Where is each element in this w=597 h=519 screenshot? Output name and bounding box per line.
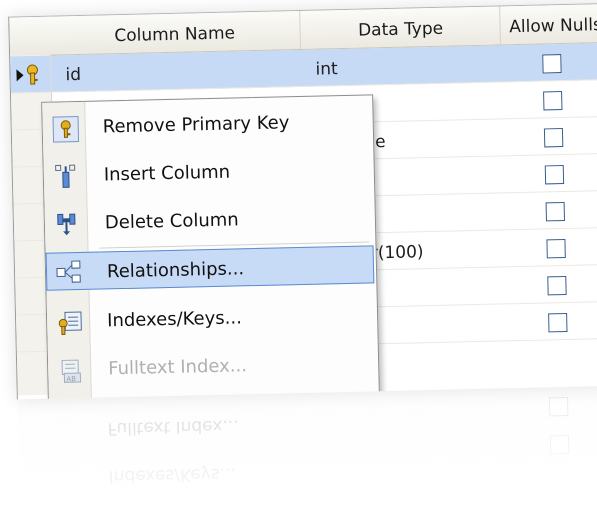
screenshot-stage: Column Name Data Type Allow Nulls id int… <box>0 0 597 513</box>
allow-nulls-checkbox[interactable] <box>545 165 564 184</box>
allow-nulls-checkbox[interactable] <box>543 91 562 110</box>
table-designer-grid: Column Name Data Type Allow Nulls id int… <box>8 3 597 400</box>
allow-nulls-checkbox[interactable] <box>546 202 565 221</box>
menu-item-indexes-keys[interactable]: Indexes/Keys... <box>47 295 376 340</box>
menu-item-label: Relationships... <box>107 249 245 292</box>
fulltext-index-icon: AB <box>58 358 83 383</box>
menu-item-relationships[interactable]: Relationships... <box>46 245 375 290</box>
allow-nulls-checkbox[interactable] <box>546 239 565 258</box>
indexes-keys-icon <box>57 310 82 335</box>
reflection-text: Indexes/Keys... <box>108 464 236 487</box>
column-name-header[interactable]: Column Name <box>49 11 300 55</box>
menu-item-delete-column[interactable]: Delete Column <box>44 197 373 242</box>
reflection-checkbox <box>549 397 568 416</box>
menu-item-insert-column[interactable]: Insert Column <box>43 149 372 194</box>
allow-nulls-checkbox[interactable] <box>547 276 566 295</box>
allow-nulls-checkbox[interactable] <box>544 128 563 147</box>
context-menu: Remove Primary Key Insert Column Delete … <box>41 94 380 399</box>
menu-item-label: Indexes/Keys... <box>107 298 243 341</box>
delete-column-icon <box>55 212 80 237</box>
reflection-checkbox <box>550 435 569 454</box>
insert-column-icon <box>54 164 79 189</box>
menu-item-label: Fulltext Index... <box>108 346 248 389</box>
data-type-cell[interactable]: int <box>315 49 338 85</box>
svg-text:AB: AB <box>66 375 76 383</box>
column-name-cell[interactable]: id <box>65 55 81 91</box>
menu-item-label: Insert Column <box>103 153 230 196</box>
reflection-text: Fulltext Index... <box>107 415 238 438</box>
menu-item-label: Remove Primary Key <box>102 103 290 147</box>
primary-key-icon <box>52 116 79 143</box>
relationships-icon <box>56 260 81 285</box>
menu-item-fulltext-index: AB Fulltext Index... <box>48 343 377 388</box>
window-reflection: Fulltext Index... Indexes/Keys... <box>17 385 597 519</box>
current-row-key-icon <box>10 56 51 93</box>
allow-nulls-checkbox[interactable] <box>542 54 561 73</box>
allow-nulls-header[interactable]: Allow Nulls <box>499 4 597 45</box>
menu-item-remove-primary-key[interactable]: Remove Primary Key <box>42 101 371 146</box>
allow-nulls-checkbox[interactable] <box>548 313 567 332</box>
data-type-header[interactable]: Data Type <box>299 6 501 49</box>
row-selector[interactable] <box>10 56 52 93</box>
menu-item-label: Delete Column <box>104 200 239 243</box>
